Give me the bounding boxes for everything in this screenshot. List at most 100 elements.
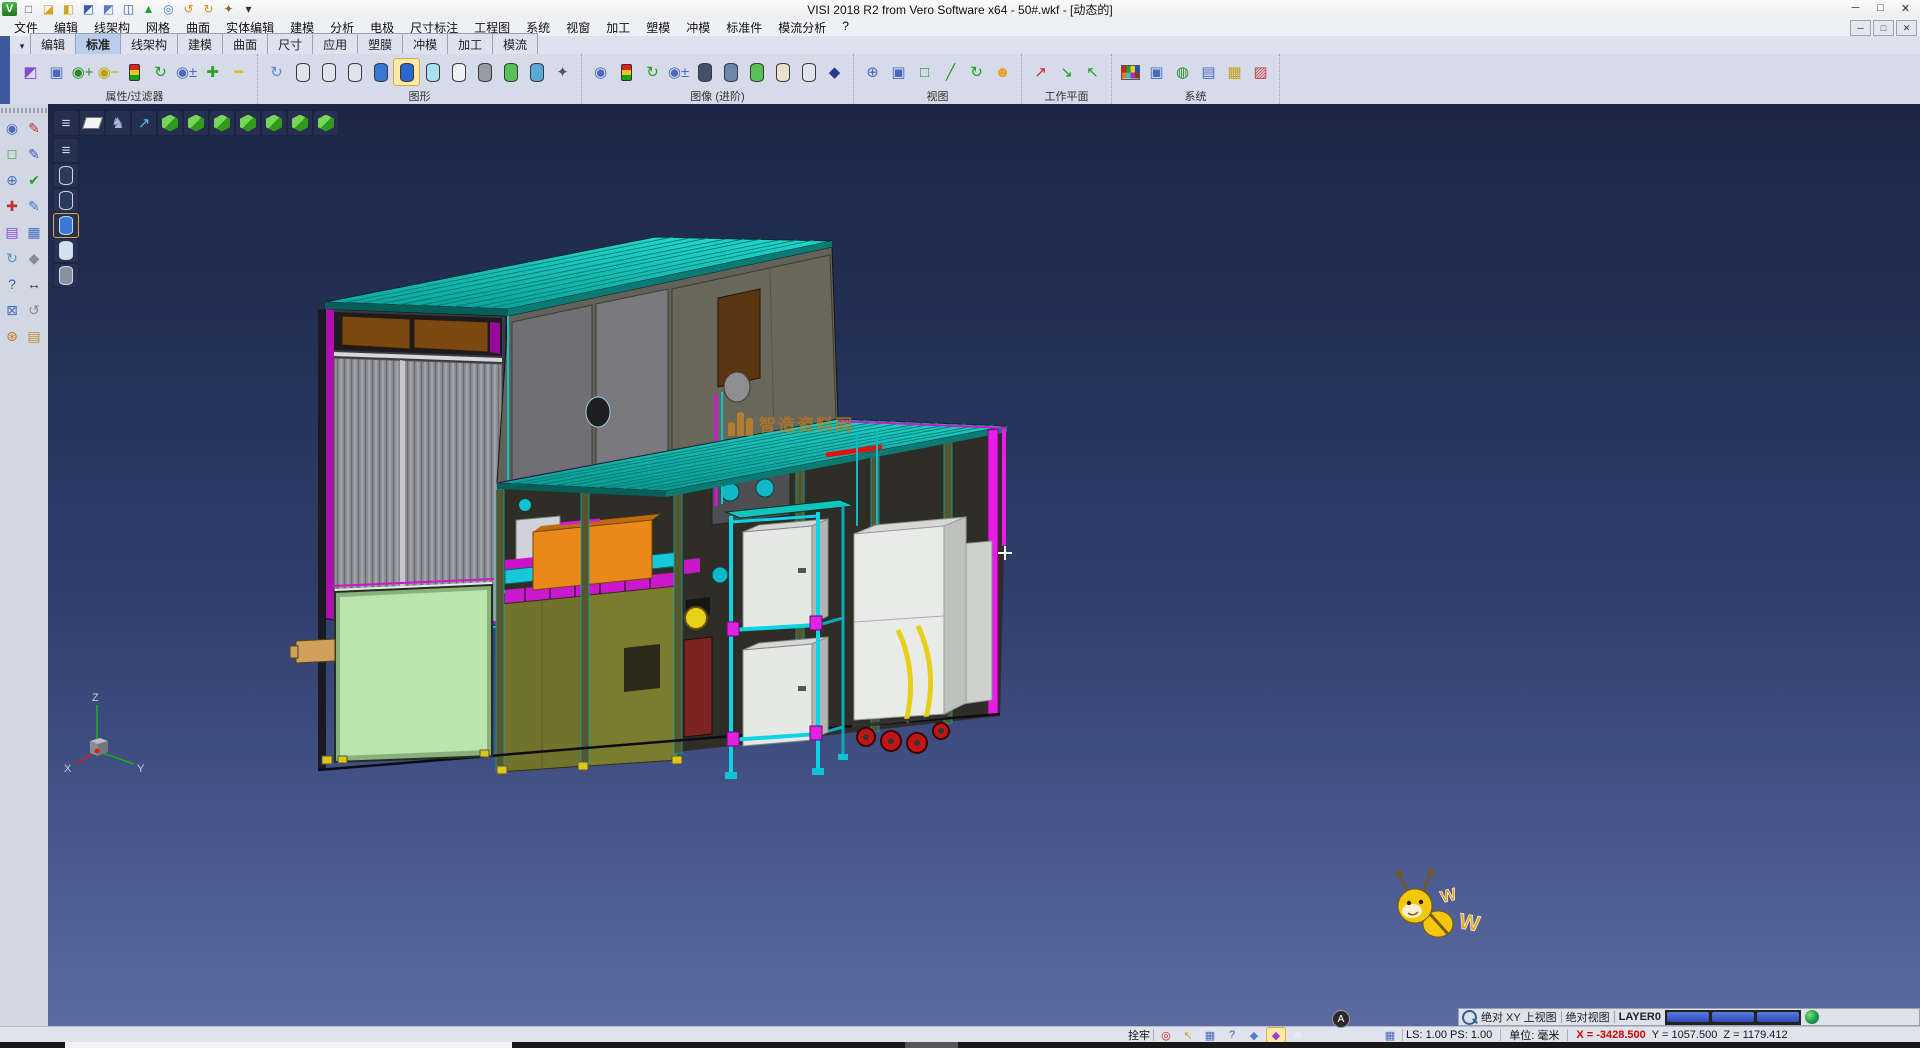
view-left-icon[interactable] xyxy=(210,111,234,135)
page-visibility-icon[interactable]: ▣ xyxy=(44,59,69,85)
dynamic-section-icon[interactable] xyxy=(524,59,549,85)
zoom-extents-icon[interactable]: ▣ xyxy=(886,59,911,85)
search-icon[interactable] xyxy=(1462,1010,1477,1025)
diamond-view-icon[interactable]: ◆ xyxy=(822,59,847,85)
zoom-window-icon[interactable]: □ xyxy=(912,59,937,85)
solid-cube-icon[interactable]: ◆ xyxy=(23,245,45,271)
active-layer-label[interactable]: LAYER0 xyxy=(1619,1011,1661,1023)
tab-modeling[interactable]: 建模 xyxy=(177,33,223,54)
layer-color-swatches[interactable] xyxy=(1665,1010,1801,1025)
verify-cylinder-icon[interactable] xyxy=(744,59,769,85)
tab-standard[interactable]: 标准 xyxy=(75,33,121,54)
tool-icon[interactable]: ✦ xyxy=(219,1,238,17)
shaded-snap-icon[interactable]: ◆ xyxy=(1267,1028,1285,1042)
mdi-restore-button[interactable]: □ xyxy=(1873,20,1894,36)
workplane-plane-icon[interactable] xyxy=(80,111,104,135)
remove-filter-icon[interactable]: ━ xyxy=(226,59,251,85)
solid-snap-icon[interactable]: ◆ xyxy=(1245,1028,1263,1042)
tab-machining[interactable]: 加工 xyxy=(447,33,493,54)
striped-cylinder-icon[interactable] xyxy=(718,59,743,85)
lasso-select-icon[interactable]: ↖ xyxy=(1179,1028,1197,1042)
workplane-axis-icon[interactable]: ✚ xyxy=(1,193,23,219)
menu-die[interactable]: 冲模 xyxy=(678,18,718,37)
attributes-cylinder-icon[interactable] xyxy=(498,59,523,85)
context-help-icon[interactable]: ? xyxy=(1223,1028,1241,1042)
disp-translucent-icon[interactable] xyxy=(54,239,78,262)
view-mode-label[interactable]: 绝对视图 xyxy=(1566,1009,1610,1025)
shaded-edges-mode-icon[interactable] xyxy=(394,59,419,85)
color-swatch[interactable] xyxy=(1757,1012,1799,1022)
shaded-mode-icon[interactable] xyxy=(368,59,393,85)
zoom-scale-icon[interactable]: ⊕ xyxy=(1,167,23,193)
view-front-icon[interactable] xyxy=(184,111,208,135)
tab-mould[interactable]: 塑膜 xyxy=(357,33,403,54)
shading-smiley-icon[interactable]: ☻ xyxy=(990,59,1015,85)
help-icon[interactable]: ? xyxy=(1,271,23,297)
menu-standard-parts[interactable]: 标准件 xyxy=(718,18,770,37)
record-mode-icon[interactable]: ◎ xyxy=(1157,1028,1175,1042)
menu-help[interactable]: ? xyxy=(834,18,857,37)
view-iso-icon[interactable] xyxy=(288,111,312,135)
advanced-toggle-icon[interactable]: ◉± xyxy=(666,59,691,85)
export-print-icon[interactable]: ▲ xyxy=(139,1,158,17)
delete-pencil-icon[interactable]: ✎ xyxy=(23,115,45,141)
open-file-icon[interactable]: ◪ xyxy=(39,1,58,17)
flat-mode-icon[interactable] xyxy=(446,59,471,85)
save-as-icon[interactable]: ◩ xyxy=(99,1,118,17)
tab-flow[interactable]: 模流 xyxy=(492,33,538,54)
dynamic-zoom-icon[interactable]: ⊕ xyxy=(860,59,885,85)
save-icon[interactable]: ◩ xyxy=(79,1,98,17)
wcs-grid-icon[interactable]: ▦ xyxy=(1201,1028,1219,1042)
qat-dropdown-icon[interactable]: ▾ xyxy=(239,1,258,17)
disp-wireframe-icon[interactable] xyxy=(54,164,78,187)
advanced-lights-icon[interactable] xyxy=(614,59,639,85)
disp-hidden-icon[interactable] xyxy=(54,189,78,212)
attribute-palette-icon[interactable]: ◩ xyxy=(18,59,43,85)
delete-trash-icon[interactable]: ⊠ xyxy=(1,297,23,323)
edit-curve-icon[interactable]: ✎ xyxy=(23,193,45,219)
hidden-dashed-mode-icon[interactable] xyxy=(342,59,367,85)
refresh-visibility-icon[interactable]: ↻ xyxy=(148,59,173,85)
window-grid-icon[interactable]: ▦ xyxy=(23,219,45,245)
grid-window-icon[interactable]: ▦ xyxy=(1381,1028,1399,1042)
color-swatch[interactable] xyxy=(1712,1012,1754,1022)
preview-icon[interactable]: ◎ xyxy=(159,1,178,17)
display-settings-icon[interactable]: ▣ xyxy=(1144,59,1169,85)
maximize-button[interactable]: □ xyxy=(1868,0,1893,16)
menu-flow-analysis[interactable]: 模流分析 xyxy=(770,18,834,37)
system-tools-icon[interactable]: ◍ xyxy=(1170,59,1195,85)
zoom-window-icon[interactable]: □ xyxy=(1,141,23,167)
hatched-mode-icon[interactable] xyxy=(472,59,497,85)
snap-lock-label[interactable]: 拴牢 xyxy=(1128,1027,1150,1043)
rotate-wheel-icon[interactable]: ⊛ xyxy=(1,323,23,349)
measure-distance-icon[interactable]: ↔ xyxy=(23,271,45,297)
open-copy-icon[interactable]: ◧ xyxy=(59,1,78,17)
viewport-3d-model[interactable]: Z Y X W W xyxy=(48,104,1920,1026)
undo-icon[interactable]: ↺ xyxy=(179,1,198,17)
image-folder-icon[interactable]: ▤ xyxy=(23,323,45,349)
selection-zoom-icon[interactable]: ◉ xyxy=(1,115,23,141)
dynamic-rotate-icon[interactable]: ♞ xyxy=(106,111,130,135)
viewbar-menu-icon[interactable]: ≡ xyxy=(54,111,78,135)
refresh-model-icon[interactable]: ↻ xyxy=(1,245,23,271)
view-orientation-label[interactable]: 绝对 XY 上视图 xyxy=(1481,1009,1557,1025)
validate-check-icon[interactable]: ✔ xyxy=(23,167,45,193)
dispstrip-menu-icon[interactable]: ≡ xyxy=(54,139,78,162)
menu-machining[interactable]: 加工 xyxy=(598,18,638,37)
disp-hatched-icon[interactable] xyxy=(54,264,78,287)
advanced-refresh-icon[interactable]: ↻ xyxy=(640,59,665,85)
minimize-button[interactable]: ─ xyxy=(1843,0,1868,16)
workplane-align-icon[interactable]: ↘ xyxy=(1054,59,1079,85)
view-top-icon[interactable] xyxy=(158,111,182,135)
redo-icon[interactable]: ↻ xyxy=(199,1,218,17)
tab-wireframe[interactable]: 线架构 xyxy=(120,33,178,54)
color-swatch[interactable] xyxy=(1667,1012,1709,1022)
tab-die[interactable]: 冲模 xyxy=(402,33,448,54)
axis-orient-icon[interactable]: ↗ xyxy=(132,111,156,135)
viewport-3d[interactable]: Z Y X W W ≡♞↗ ≡ 智造资料网 xyxy=(48,104,1920,1026)
globe-icon[interactable] xyxy=(1805,1010,1819,1024)
regen-graphics-icon[interactable]: ↻ xyxy=(264,59,289,85)
tab-edit[interactable]: 编辑 xyxy=(30,33,76,54)
sketch-curve-icon[interactable]: ✎ xyxy=(23,141,45,167)
refresh-view-icon[interactable]: ↻ xyxy=(964,59,989,85)
